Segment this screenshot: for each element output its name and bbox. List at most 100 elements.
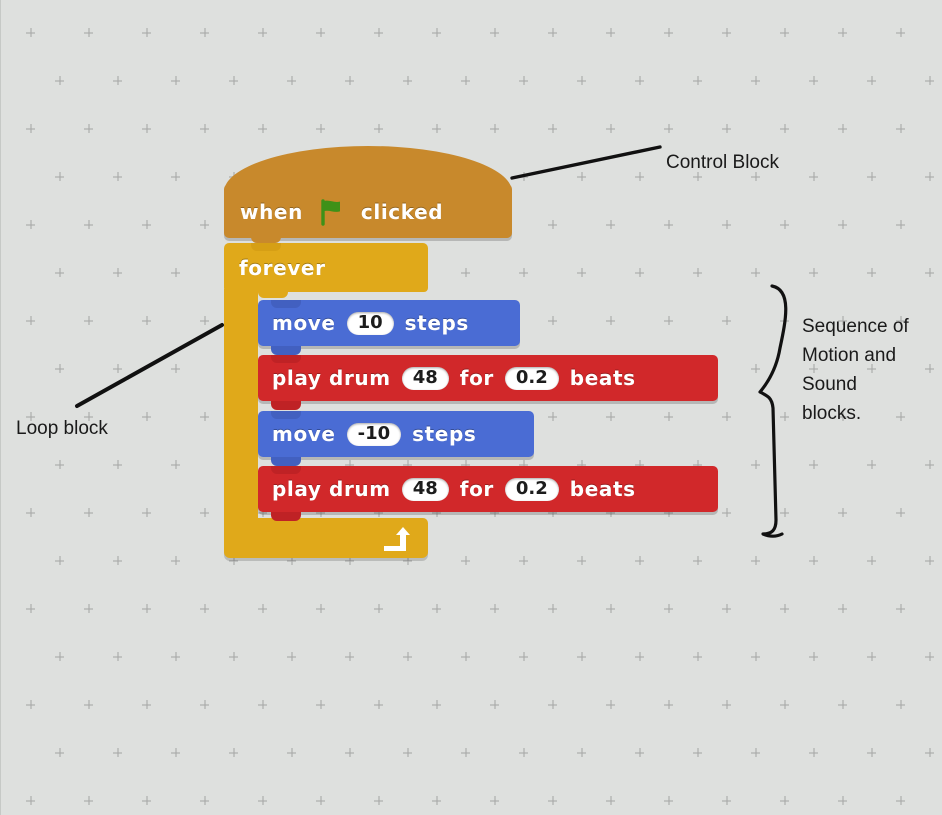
block-tab: [271, 346, 301, 355]
grid-cross-mark: [896, 604, 905, 613]
drum-number-input[interactable]: 48: [401, 366, 449, 390]
grid-cross-mark: [577, 268, 586, 277]
grid-cross-mark: [722, 508, 731, 517]
grid-cross-mark: [867, 460, 876, 469]
drum-beats-input[interactable]: 0.2: [504, 366, 559, 390]
steps-label: steps: [412, 422, 477, 446]
grid-cross-mark: [635, 748, 644, 757]
clicked-label: clicked: [360, 200, 444, 224]
grid-cross-mark: [896, 700, 905, 709]
grid-cross-mark: [664, 316, 673, 325]
grid-cross-mark: [519, 748, 528, 757]
grid-cross-mark: [287, 748, 296, 757]
move-steps-block[interactable]: move 10 steps: [258, 300, 520, 355]
move-label: move: [272, 422, 336, 446]
block-tab: [271, 512, 301, 521]
forever-block-top-notch: [251, 243, 281, 251]
grid-cross-mark: [490, 124, 499, 133]
grid-cross-mark: [867, 172, 876, 181]
grid-cross-mark: [113, 460, 122, 469]
grid-cross-mark: [316, 604, 325, 613]
grid-cross-mark: [171, 364, 180, 373]
play-drum-block[interactable]: play drum 48 for 0.2 beats: [258, 466, 718, 521]
play-drum-block-content: play drum 48 for 0.2 beats: [272, 355, 636, 401]
control-block-annotation: Control Block: [666, 152, 779, 173]
grid-cross-mark: [896, 220, 905, 229]
grid-cross-mark: [693, 748, 702, 757]
grid-cross-mark: [838, 220, 847, 229]
drum-beats-input[interactable]: 0.2: [504, 477, 559, 501]
grid-cross-mark: [577, 652, 586, 661]
move-steps-block[interactable]: move -10 steps: [258, 411, 534, 466]
grid-cross-mark: [55, 652, 64, 661]
grid-cross-mark: [693, 556, 702, 565]
grid-cross-mark: [142, 412, 151, 421]
control-block-leader-line: [510, 145, 662, 180]
grid-cross-mark: [896, 28, 905, 37]
grid-cross-mark: [84, 220, 93, 229]
annotation-overlay: [75, 145, 788, 538]
grid-cross-mark: [780, 796, 789, 805]
grid-cross-mark: [664, 700, 673, 709]
grid-cross-mark: [287, 652, 296, 661]
grid-cross-mark: [374, 700, 383, 709]
grid-cross-mark: [577, 76, 586, 85]
drum-number-input[interactable]: 48: [401, 477, 449, 501]
grid-cross-mark: [200, 796, 209, 805]
grid-cross-mark: [780, 124, 789, 133]
grid-cross-mark: [113, 748, 122, 757]
grid-cross-mark: [925, 76, 934, 85]
grid-cross-mark: [635, 652, 644, 661]
grid-cross-mark: [548, 412, 557, 421]
block-tab: [271, 401, 301, 410]
hat-block-bottom-tab: [251, 234, 281, 243]
grid-cross-mark: [200, 28, 209, 37]
green-flag-icon: [318, 198, 346, 226]
grid-cross-mark: [84, 700, 93, 709]
grid-cross-mark: [113, 364, 122, 373]
grid-cross-mark: [113, 76, 122, 85]
grid-cross-mark: [577, 172, 586, 181]
grid-cross-mark: [838, 508, 847, 517]
grid-cross-mark: [606, 796, 615, 805]
grid-cross-mark: [490, 28, 499, 37]
move-block-content: move 10 steps: [272, 300, 469, 346]
grid-cross-mark: [838, 796, 847, 805]
grid-cross-mark: [258, 700, 267, 709]
grid-cross-mark: [867, 76, 876, 85]
grid-cross-mark: [722, 220, 731, 229]
grid-cross-mark: [838, 28, 847, 37]
grid-cross-mark: [374, 124, 383, 133]
beats-label: beats: [569, 477, 636, 501]
when-flag-clicked-block[interactable]: when clicked: [224, 146, 512, 243]
grid-cross-mark: [780, 316, 789, 325]
grid-cross-mark: [316, 28, 325, 37]
background-dot-grid: [0, 0, 942, 815]
grid-cross-mark: [200, 124, 209, 133]
play-drum-block[interactable]: play drum 48 for 0.2 beats: [258, 355, 718, 410]
loop-block-leader-line: [75, 323, 224, 408]
grid-cross-mark: [751, 652, 760, 661]
grid-cross-mark: [345, 748, 354, 757]
grid-cross-mark: [896, 508, 905, 517]
grid-cross-mark: [606, 604, 615, 613]
grid-cross-mark: [461, 556, 470, 565]
grid-cross-mark: [925, 268, 934, 277]
grid-cross-mark: [258, 796, 267, 805]
grid-cross-mark: [432, 796, 441, 805]
grid-cross-mark: [751, 364, 760, 373]
grid-cross-mark: [780, 28, 789, 37]
grid-cross-mark: [519, 268, 528, 277]
grid-cross-mark: [113, 652, 122, 661]
move-steps-input[interactable]: -10: [346, 422, 402, 446]
grid-cross-mark: [200, 508, 209, 517]
grid-cross-mark: [519, 556, 528, 565]
grid-cross-mark: [635, 268, 644, 277]
grid-cross-mark: [171, 556, 180, 565]
grid-cross-mark: [751, 268, 760, 277]
grid-cross-mark: [26, 124, 35, 133]
grid-cross-mark: [925, 460, 934, 469]
grid-cross-mark: [548, 604, 557, 613]
move-steps-input[interactable]: 10: [346, 311, 394, 335]
grid-cross-mark: [548, 220, 557, 229]
